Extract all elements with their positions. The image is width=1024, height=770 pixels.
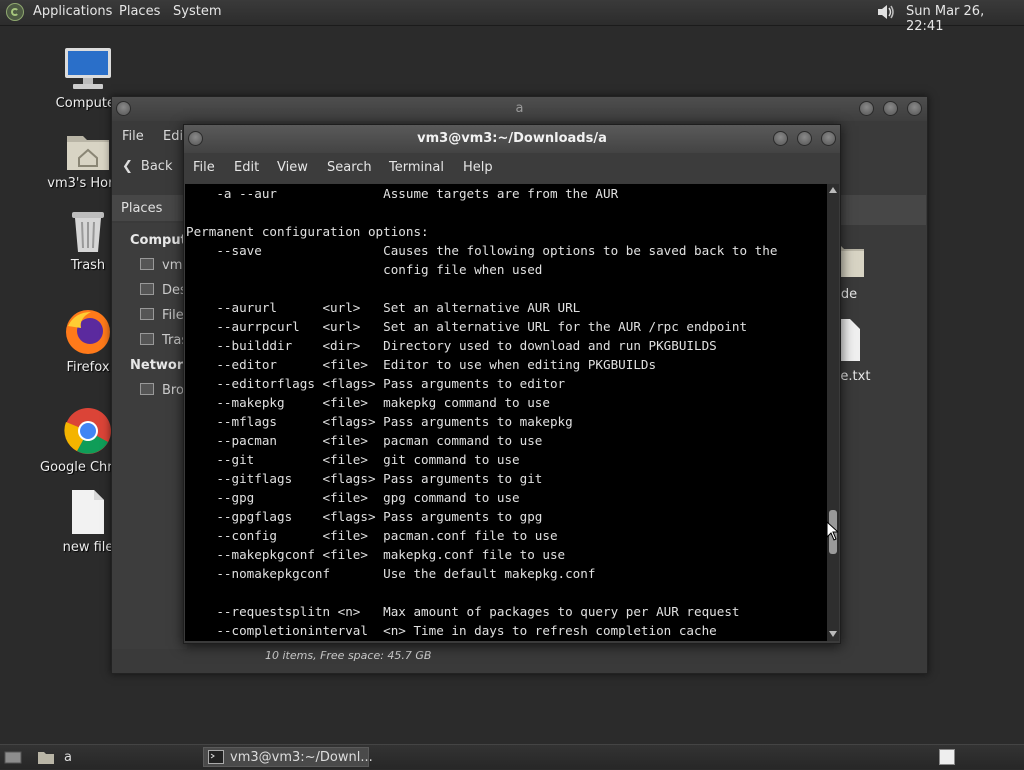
sidebar: Computer vm3 Desktop File System Trash N… [112,223,187,649]
trash-icon [72,212,104,252]
back-arrow-icon: ❮ [122,159,133,174]
terminal-menubar: File Edit View Search Terminal Help [184,153,840,183]
terminal-icon [208,750,224,764]
applications-menu[interactable]: Applications [33,4,112,19]
volume-icon[interactable] [876,3,896,21]
sidebar-header-computer: Computer [130,233,187,248]
menu-view[interactable]: View [277,160,308,175]
scroll-down-arrow-icon[interactable] [829,631,837,637]
folder-icon [38,752,54,764]
taskbar-item-label: a [64,750,72,765]
network-icon [140,383,154,395]
path-bar [840,195,926,225]
terminal-text: -a --aur Assume targets are from the AUR… [186,186,778,638]
top-panel: Applications Places System Sun Mar 26, 2… [0,0,1024,34]
window-title: vm3@vm3:~/Downloads/a [417,131,607,146]
firefox-icon [66,310,110,354]
system-menu[interactable]: System [173,4,221,19]
sidebar-item-desktop[interactable]: Desktop [140,283,187,298]
places-header-label: Places [121,201,163,216]
terminal-scrollbar[interactable] [827,184,839,641]
places-menu[interactable]: Places [119,4,160,19]
menu-file[interactable]: File [122,129,144,144]
sidebar-item-browse-network[interactable]: Browse Network [140,383,187,398]
maximize-button[interactable] [797,131,812,146]
back-button[interactable]: ❮ Back [122,159,172,174]
bottom-panel: a vm3@vm3:~/Downl... [0,744,1024,769]
terminal-titlebar[interactable]: vm3@vm3:~/Downloads/a [184,125,840,153]
file-icon [72,490,104,534]
sidebar-item-file-system[interactable]: File System [140,308,187,323]
chrome-icon [64,408,111,454]
show-desktop-button[interactable] [4,747,22,767]
terminal-output[interactable]: -a --aur Assume targets are from the AUR… [185,184,827,641]
close-button[interactable] [821,131,836,146]
places-header[interactable]: Places [112,195,187,221]
distro-logo-icon[interactable] [6,3,24,21]
drive-icon [140,308,154,320]
sidebar-item-trash[interactable]: Trash [140,333,187,348]
minimize-button[interactable] [859,101,874,116]
back-label: Back [140,159,173,174]
sidebar-item-home[interactable]: vm3 [140,258,187,273]
minimize-button[interactable] [773,131,788,146]
scroll-up-arrow-icon[interactable] [829,187,837,193]
mouse-cursor-icon [826,521,838,541]
clock[interactable]: Sun Mar 26, 22:41 [906,4,1024,34]
menu-search[interactable]: Search [327,160,372,175]
taskbar-item-file-manager[interactable]: a [34,747,194,767]
window-title: a [515,101,524,116]
close-button[interactable] [907,101,922,116]
computer-icon [65,48,111,89]
sidebar-header-network: Network [130,358,187,373]
status-bar: 10 items, Free space: 45.7 GB [265,649,432,662]
menu-help[interactable]: Help [463,160,493,175]
show-desktop-icon [4,751,22,764]
taskbar-item-label: vm3@vm3:~/Downl... [230,750,373,765]
home-folder-icon [67,136,109,170]
maximize-button[interactable] [883,101,898,116]
workspace-icon [939,749,955,765]
menu-terminal[interactable]: Terminal [389,160,444,175]
desktop-folder-icon [140,283,154,295]
menu-file[interactable]: File [193,160,215,175]
taskbar-item-terminal[interactable]: vm3@vm3:~/Downl... [203,747,373,767]
file-manager-titlebar[interactable]: a [112,97,927,121]
workspace-switcher[interactable] [938,747,956,767]
home-icon [140,258,154,270]
terminal-window[interactable]: vm3@vm3:~/Downloads/a File Edit View Sea… [183,124,841,644]
menu-edit[interactable]: Edit [234,160,259,175]
trash-icon [140,333,154,345]
